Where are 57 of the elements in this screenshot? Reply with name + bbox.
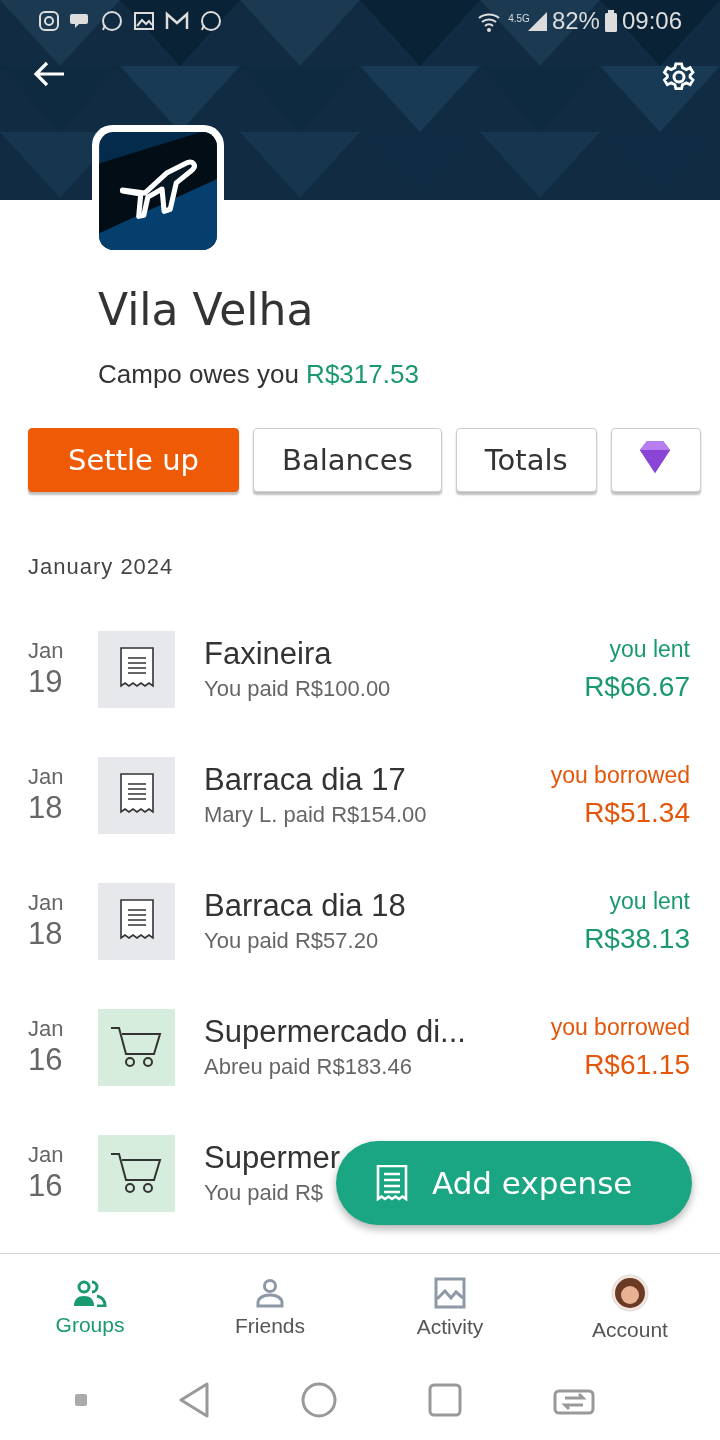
cart-icon [109,1025,164,1069]
expense-month: Jan [28,890,65,916]
person-icon [255,1277,285,1308]
expense-status: you borrowed [550,1013,690,1041]
group-name: Vila Velha [98,284,315,335]
expense-month: Jan [28,1142,65,1168]
expense-title: Supermercado di... [204,1014,466,1050]
expense-day: 19 [28,664,98,700]
back-arrow-icon[interactable] [32,60,66,88]
gem-icon [639,440,670,473]
network-type: 4.5G [508,13,530,24]
nav-tab[interactable]: Activity [360,1254,540,1361]
balance-summary: Campo owes you R$317.53 [98,359,420,390]
nav-tab[interactable]: Friends [180,1254,360,1361]
expense-title: Barraca dia 17 [204,762,406,798]
expense-month: Jan [28,638,65,664]
expense-payer: You paid R$ [204,1180,324,1206]
expense-month: Jan [28,1016,65,1042]
expense-day: 16 [28,1042,98,1078]
expense-status: you lent [609,635,690,663]
clock: 09:06 [621,7,682,35]
phone-chat-icon [199,9,223,33]
expense-status: you borrowed [550,761,690,789]
expense-payer: Abreu paid R$183.46 [204,1054,412,1080]
chart-icon [434,1276,466,1309]
premium-button[interactable] [610,428,701,492]
receipt-icon [376,1165,408,1201]
nav-tab[interactable]: Account [540,1254,720,1361]
expense-day: 16 [28,1168,98,1204]
expense-payer: You paid R$100.00 [204,676,391,702]
expense-status: you lent [609,887,690,915]
expense-title: Faxineira [204,636,332,672]
tab-button[interactable]: Balances [253,428,442,492]
expense-payer: Mary L. paid R$154.00 [204,802,427,828]
cart-icon [109,1151,164,1195]
back-icon[interactable] [178,1382,211,1418]
mail-icon [164,10,190,32]
battery-percent: 82% [551,7,600,35]
expense-title: Barraca dia 18 [204,888,406,924]
tab-button[interactable]: Totals [455,428,597,492]
home-icon[interactable] [301,1382,337,1418]
expense-payer: You paid R$57.20 [204,928,379,954]
avatar-icon [611,1273,649,1312]
expense-amount: R$66.67 [584,670,690,703]
phone-chat-icon [100,9,124,33]
image-icon [133,10,155,32]
section-heading: January 2024 [28,554,175,580]
recents-icon[interactable] [427,1383,462,1417]
expense-amount: R$51.34 [584,796,690,829]
expense-day: 18 [28,790,98,826]
expense-amount: R$38.13 [584,922,690,955]
nav-tab[interactable]: Groups [0,1254,180,1361]
expense-month: Jan [28,764,65,790]
groups-icon [72,1278,108,1307]
expense-amount: R$61.15 [584,1048,690,1081]
camera-icon [38,10,60,32]
expense-day: 18 [28,916,98,952]
